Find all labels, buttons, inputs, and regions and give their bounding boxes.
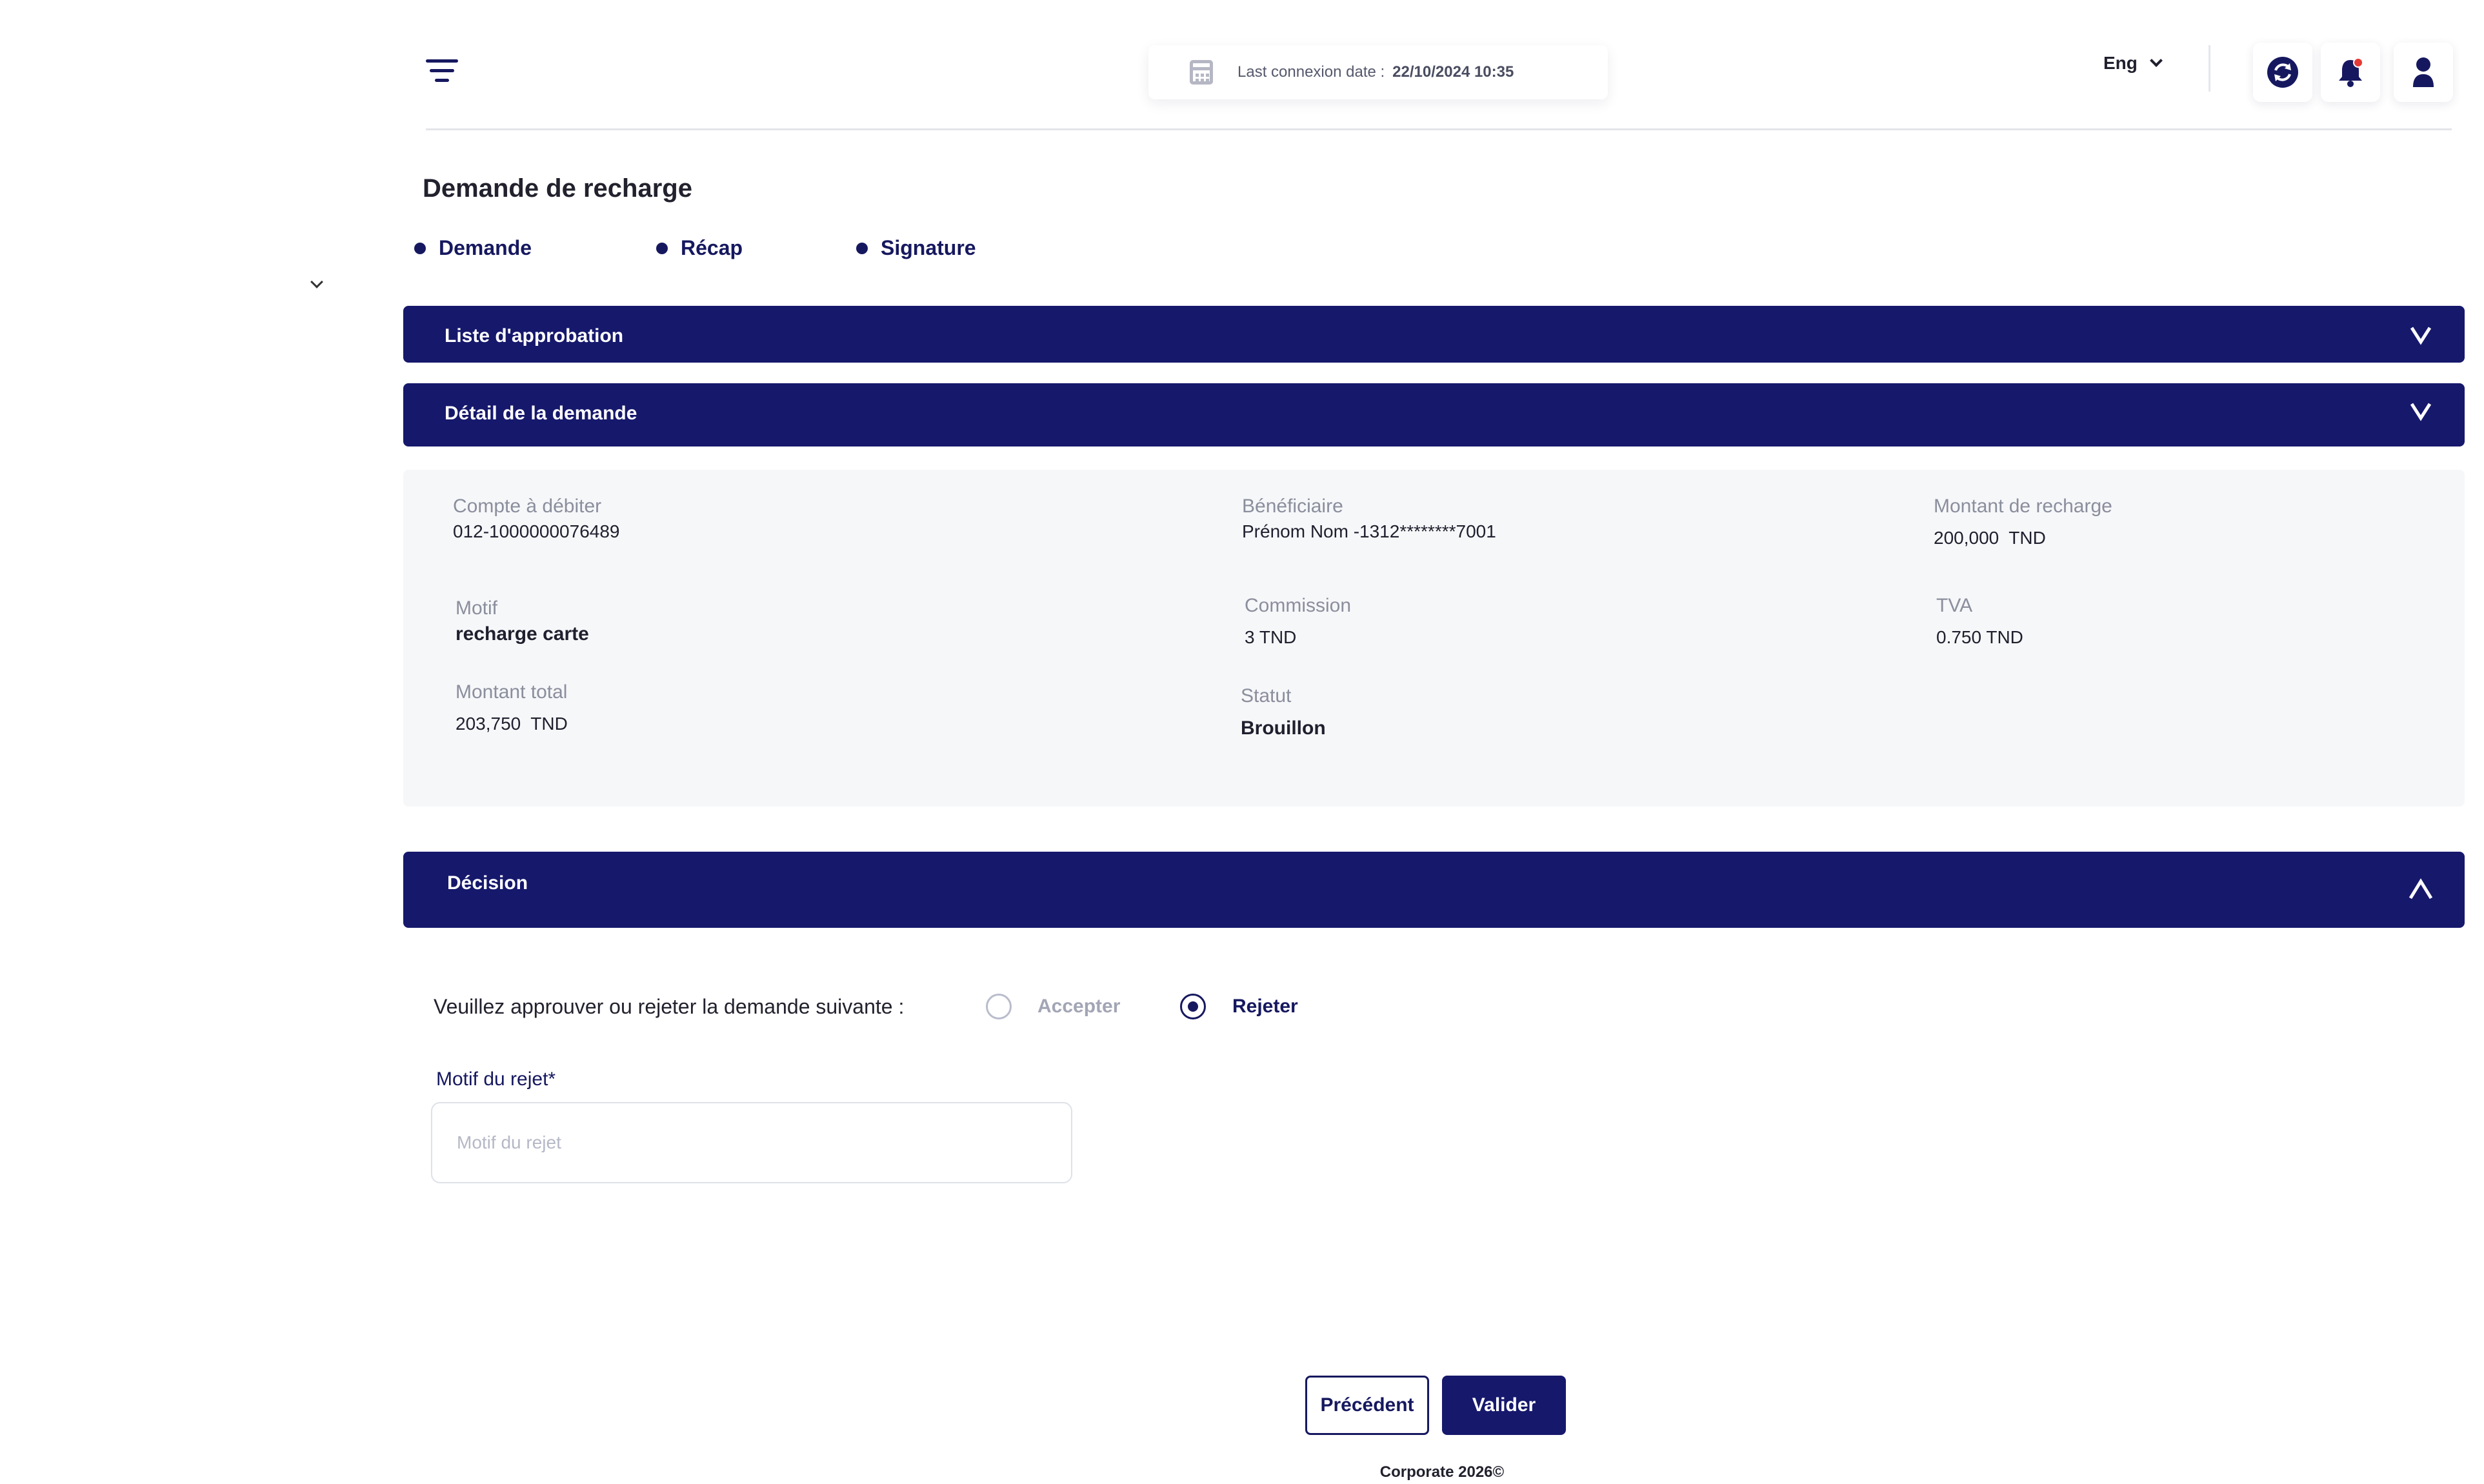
reject-label[interactable]: Rejeter <box>1232 996 1298 1018</box>
header-divider <box>2209 45 2210 92</box>
chevron-down-icon <box>2149 54 2163 67</box>
profile-button[interactable] <box>2394 43 2453 102</box>
step-dot <box>856 242 868 254</box>
decision-header[interactable]: Décision <box>403 852 2465 928</box>
last-connexion-value: 22/10/2024 10:35 <box>1392 63 1514 81</box>
accept-radio[interactable] <box>986 994 1012 1019</box>
compte-value: 012-1000000076489 <box>453 521 620 541</box>
chevron-down-icon <box>2410 403 2432 421</box>
beneficiaire-value: Prénom Nom -1312********7001 <box>1242 521 1496 541</box>
menu-icon[interactable] <box>426 58 458 84</box>
language-label: Eng <box>2103 53 2138 73</box>
step-label: Signature <box>881 236 976 259</box>
total-value: 203,750 TND <box>456 714 568 734</box>
motif-value: recharge carte <box>456 623 589 645</box>
step-dot <box>414 242 426 254</box>
page-title: Demande de recharge <box>423 174 692 203</box>
step-demande[interactable]: Demande <box>414 236 532 260</box>
reject-radio[interactable] <box>1180 994 1206 1019</box>
request-detail-panel <box>403 470 2465 807</box>
bell-icon <box>2339 57 2363 87</box>
notifications-button[interactable] <box>2321 43 2380 102</box>
tva-label: TVA <box>1936 595 1973 616</box>
montant-value: 200,000 TND <box>1934 528 2046 548</box>
sync-button[interactable] <box>2253 43 2312 102</box>
step-label: Demande <box>439 236 532 259</box>
statut-value: Brouillon <box>1241 717 1326 739</box>
tva-value: 0.750 TND <box>1936 627 2023 647</box>
reject-reason-input[interactable] <box>431 1102 1072 1183</box>
step-recap[interactable]: Récap <box>656 236 743 260</box>
last-connexion-box: Last connexion date : 22/10/2024 10:35 <box>1148 45 1608 99</box>
step-signature[interactable]: Signature <box>856 236 976 260</box>
reject-reason-label: Motif du rejet* <box>436 1068 556 1090</box>
approval-list-header[interactable]: Liste d'approbation <box>403 306 2465 363</box>
motif-label: Motif <box>456 597 498 619</box>
approval-list-title: Liste d'approbation <box>445 325 624 346</box>
compte-label: Compte à débiter <box>453 496 602 517</box>
previous-button[interactable]: Précédent <box>1305 1376 1429 1435</box>
chevron-up-icon <box>2409 878 2433 899</box>
sync-icon <box>2267 57 2298 88</box>
decision-question: Veuillez approuver ou rejeter la demande… <box>434 995 905 1018</box>
header-rule <box>426 128 2452 130</box>
accept-label[interactable]: Accepter <box>1037 996 1120 1018</box>
sidebar-chevron-icon[interactable] <box>310 276 323 288</box>
beneficiaire-label: Bénéficiaire <box>1242 496 1343 517</box>
total-label: Montant total <box>456 681 568 703</box>
chevron-down-icon <box>2410 326 2432 345</box>
request-detail-title: Détail de la demande <box>445 403 637 424</box>
footer-copyright: Corporate 2026© <box>1379 1463 1505 1481</box>
request-detail-header[interactable]: Détail de la demande <box>403 383 2465 446</box>
step-dot <box>656 242 668 254</box>
commission-value: 3 TND <box>1245 627 1297 647</box>
calendar-icon <box>1190 60 1213 85</box>
montant-label: Montant de recharge <box>1934 496 2112 517</box>
validate-button[interactable]: Valider <box>1442 1376 1566 1435</box>
language-selector[interactable]: Eng <box>2103 53 2163 74</box>
last-connexion-label: Last connexion date : <box>1237 63 1385 81</box>
statut-label: Statut <box>1241 685 1292 707</box>
step-label: Récap <box>681 236 743 259</box>
user-icon <box>2413 57 2434 87</box>
decision-title: Décision <box>447 872 528 894</box>
commission-label: Commission <box>1245 595 1352 616</box>
